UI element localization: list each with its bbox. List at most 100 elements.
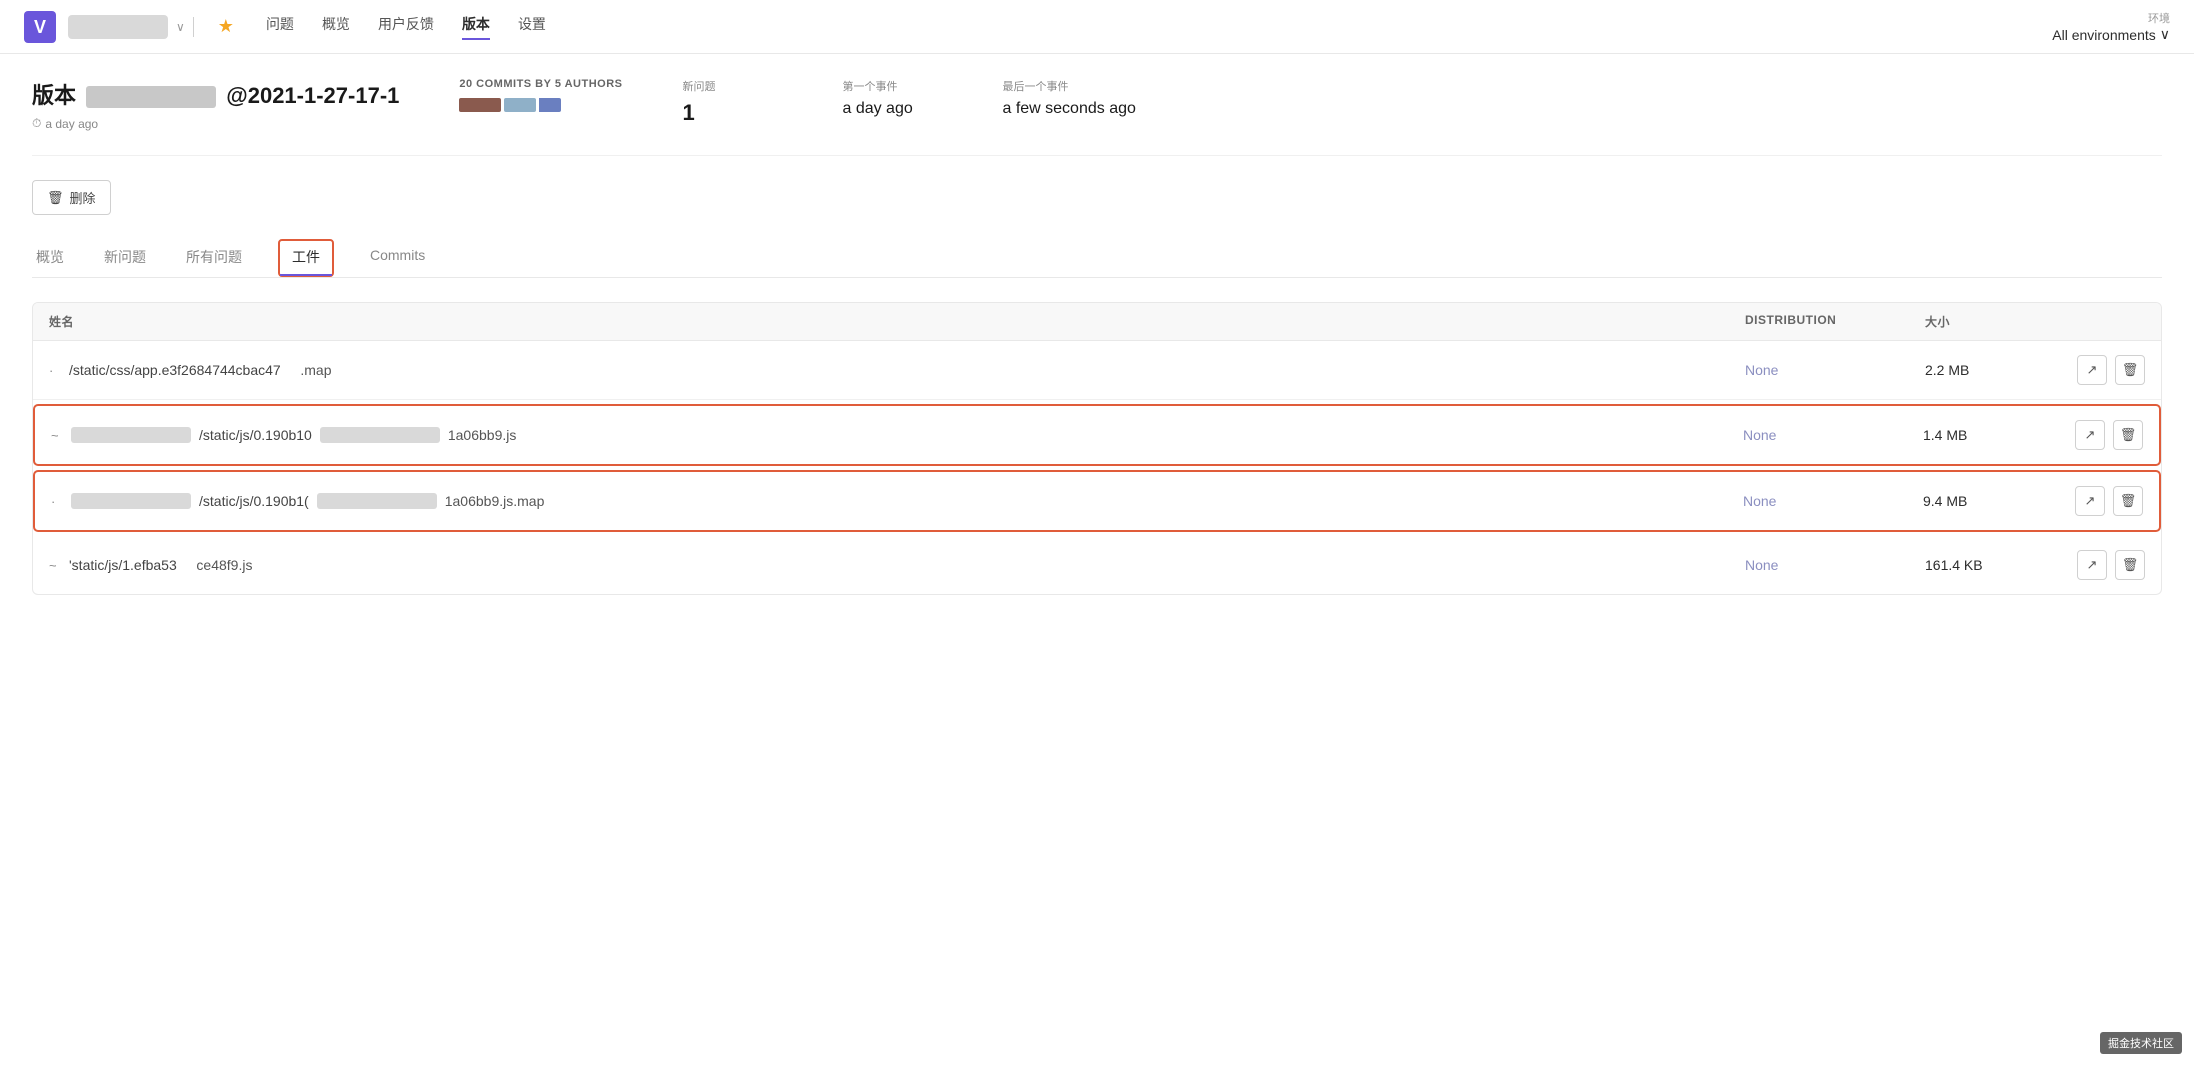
file-name: /static/css/app.e3f2684744cbac47: [69, 362, 281, 378]
tab-bar: 概览 新问题 所有问题 工件 Commits: [32, 239, 2162, 278]
tab-new-issues[interactable]: 新问题: [100, 239, 150, 277]
size-cell: 2.2 MB: [1925, 362, 2065, 378]
open-button[interactable]: ↗: [2077, 550, 2107, 580]
file-name-part: /static/js/0.190b1(: [199, 493, 309, 509]
first-event-label: 第一个事件: [842, 78, 942, 94]
file-prefix: ·: [49, 363, 61, 378]
new-issues-stat: 新问题 1: [682, 78, 782, 126]
delete-row-button[interactable]: 🗑: [2115, 550, 2145, 580]
file-name-blurred: [71, 493, 191, 509]
svg-text:V: V: [34, 17, 46, 37]
table-row: ~ 'static/js/1.efba53 ce48f9.js None 161…: [33, 536, 2161, 594]
new-issues-value: 1: [682, 100, 782, 126]
distribution-cell: None: [1745, 557, 1925, 573]
env-label: 环境: [2148, 10, 2170, 26]
nav-overview[interactable]: 概览: [322, 14, 350, 40]
file-prefix: ~: [51, 428, 63, 443]
table-row-wrapper-3: · /static/js/0.190b1( 1a06bb9.js.map Non…: [33, 470, 2161, 532]
tab-commits[interactable]: Commits: [366, 239, 429, 277]
size-cell: 1.4 MB: [1923, 427, 2063, 443]
project-name: [68, 15, 168, 39]
delete-row-button[interactable]: 🗑: [2113, 486, 2143, 516]
tab-artifacts[interactable]: 工件: [278, 239, 334, 277]
table-row-wrapper-2: ~ /static/js/0.190b10 1a06bb9.js None 1.…: [33, 404, 2161, 466]
last-event-stat: 最后一个事件 a few seconds ago: [1002, 78, 1135, 118]
open-button[interactable]: ↗: [2075, 486, 2105, 516]
page-content: 版本 @2021-1-27-17-1 ⏱ a day ago 20 COMMIT…: [0, 54, 2194, 619]
size-cell: 161.4 KB: [1925, 557, 2065, 573]
file-ext: .map: [289, 362, 332, 378]
distribution-cell: None: [1743, 427, 1923, 443]
file-name-blurred-2: [317, 493, 437, 509]
actions-cell: ↗ 🗑: [2065, 550, 2145, 580]
tab-all-issues[interactable]: 所有问题: [182, 239, 246, 277]
distribution-cell: None: [1743, 493, 1923, 509]
commits-label: 20 COMMITS BY 5 AUTHORS: [459, 78, 622, 90]
main-nav: 问题 概览 用户反馈 版本 设置: [266, 14, 2052, 40]
col-size: 大小: [1925, 313, 2065, 330]
nav-releases[interactable]: 版本: [462, 14, 490, 40]
release-title-block: 版本 @2021-1-27-17-1 ⏱ a day ago: [32, 78, 399, 131]
watermark: 掘金技术社区: [2100, 1032, 2182, 1054]
actions-cell: ↗ 🗑: [2063, 486, 2143, 516]
bar-seg-1: [459, 98, 501, 112]
bar-seg-3: [539, 98, 561, 112]
chevron-down-icon: ∨: [2160, 26, 2170, 43]
trash-icon: 🗑: [47, 190, 64, 206]
release-time: ⏱ a day ago: [32, 116, 399, 131]
last-event-label: 最后一个事件: [1002, 78, 1135, 94]
col-name: 姓名: [49, 313, 1745, 330]
env-value[interactable]: All environments ∨: [2052, 26, 2170, 43]
delete-row-button[interactable]: 🗑: [2113, 420, 2143, 450]
delete-button[interactable]: 🗑 删除: [32, 180, 111, 215]
nav-divider: [193, 17, 194, 37]
commits-block: 20 COMMITS BY 5 AUTHORS: [459, 78, 622, 112]
commits-bar: [459, 98, 622, 112]
file-name-part: /static/js/0.190b10: [199, 427, 312, 443]
file-name-blurred-2: [320, 427, 440, 443]
release-title: 版本 @2021-1-27-17-1: [32, 78, 399, 110]
release-hash-blurred: [86, 86, 216, 108]
file-name-cell: ~ /static/js/0.190b10 1a06bb9.js: [51, 427, 1743, 443]
open-button[interactable]: ↗: [2077, 355, 2107, 385]
nav-settings[interactable]: 设置: [518, 14, 546, 40]
file-prefix: ·: [51, 494, 63, 509]
chevron-icon: ∨: [176, 20, 185, 34]
distribution-cell: None: [1745, 362, 1925, 378]
file-name-cell: · /static/css/app.e3f2684744cbac47 .map: [49, 362, 1745, 378]
tab-overview[interactable]: 概览: [32, 239, 68, 277]
bar-seg-2: [504, 98, 536, 112]
nav-feedback[interactable]: 用户反馈: [378, 14, 434, 40]
table-row: · /static/css/app.e3f2684744cbac47 .map …: [33, 341, 2161, 400]
table-row: ~ /static/js/0.190b10 1a06bb9.js None 1.…: [35, 406, 2159, 464]
star-icon[interactable]: ★: [218, 16, 234, 37]
logo-icon: V: [24, 11, 56, 43]
last-event-value: a few seconds ago: [1002, 100, 1135, 118]
environment-selector[interactable]: 环境 All environments ∨: [2052, 10, 2170, 43]
col-distribution: DISTRIBUTION: [1745, 313, 1925, 330]
file-name: 'static/js/1.efba53: [69, 557, 177, 573]
size-cell: 9.4 MB: [1923, 493, 2063, 509]
file-ext: 1a06bb9.js: [448, 427, 517, 443]
actions-cell: ↗ 🗑: [2063, 420, 2143, 450]
top-nav: V ∨ ★ 问题 概览 用户反馈 版本 设置 环境 All environmen…: [0, 0, 2194, 54]
file-ext: ce48f9.js: [185, 557, 253, 573]
table-row: · /static/js/0.190b1( 1a06bb9.js.map Non…: [35, 472, 2159, 530]
open-button[interactable]: ↗: [2075, 420, 2105, 450]
new-issues-label: 新问题: [682, 78, 782, 94]
file-name-cell: ~ 'static/js/1.efba53 ce48f9.js: [49, 557, 1745, 573]
file-name-blurred: [71, 427, 191, 443]
actions-cell: ↗ 🗑: [2065, 355, 2145, 385]
release-header: 版本 @2021-1-27-17-1 ⏱ a day ago 20 COMMIT…: [32, 78, 2162, 156]
file-name-cell: · /static/js/0.190b1( 1a06bb9.js.map: [51, 493, 1743, 509]
file-prefix: ~: [49, 558, 61, 573]
first-event-stat: 第一个事件 a day ago: [842, 78, 942, 118]
nav-issues[interactable]: 问题: [266, 14, 294, 40]
delete-row-button[interactable]: 🗑: [2115, 355, 2145, 385]
first-event-value: a day ago: [842, 100, 942, 118]
clock-icon: ⏱: [32, 116, 41, 131]
artifact-table: 姓名 DISTRIBUTION 大小 · /static/css/app.e3f…: [32, 302, 2162, 595]
file-ext: 1a06bb9.js.map: [445, 493, 545, 509]
col-actions: [2065, 313, 2145, 330]
table-header: 姓名 DISTRIBUTION 大小: [33, 303, 2161, 341]
